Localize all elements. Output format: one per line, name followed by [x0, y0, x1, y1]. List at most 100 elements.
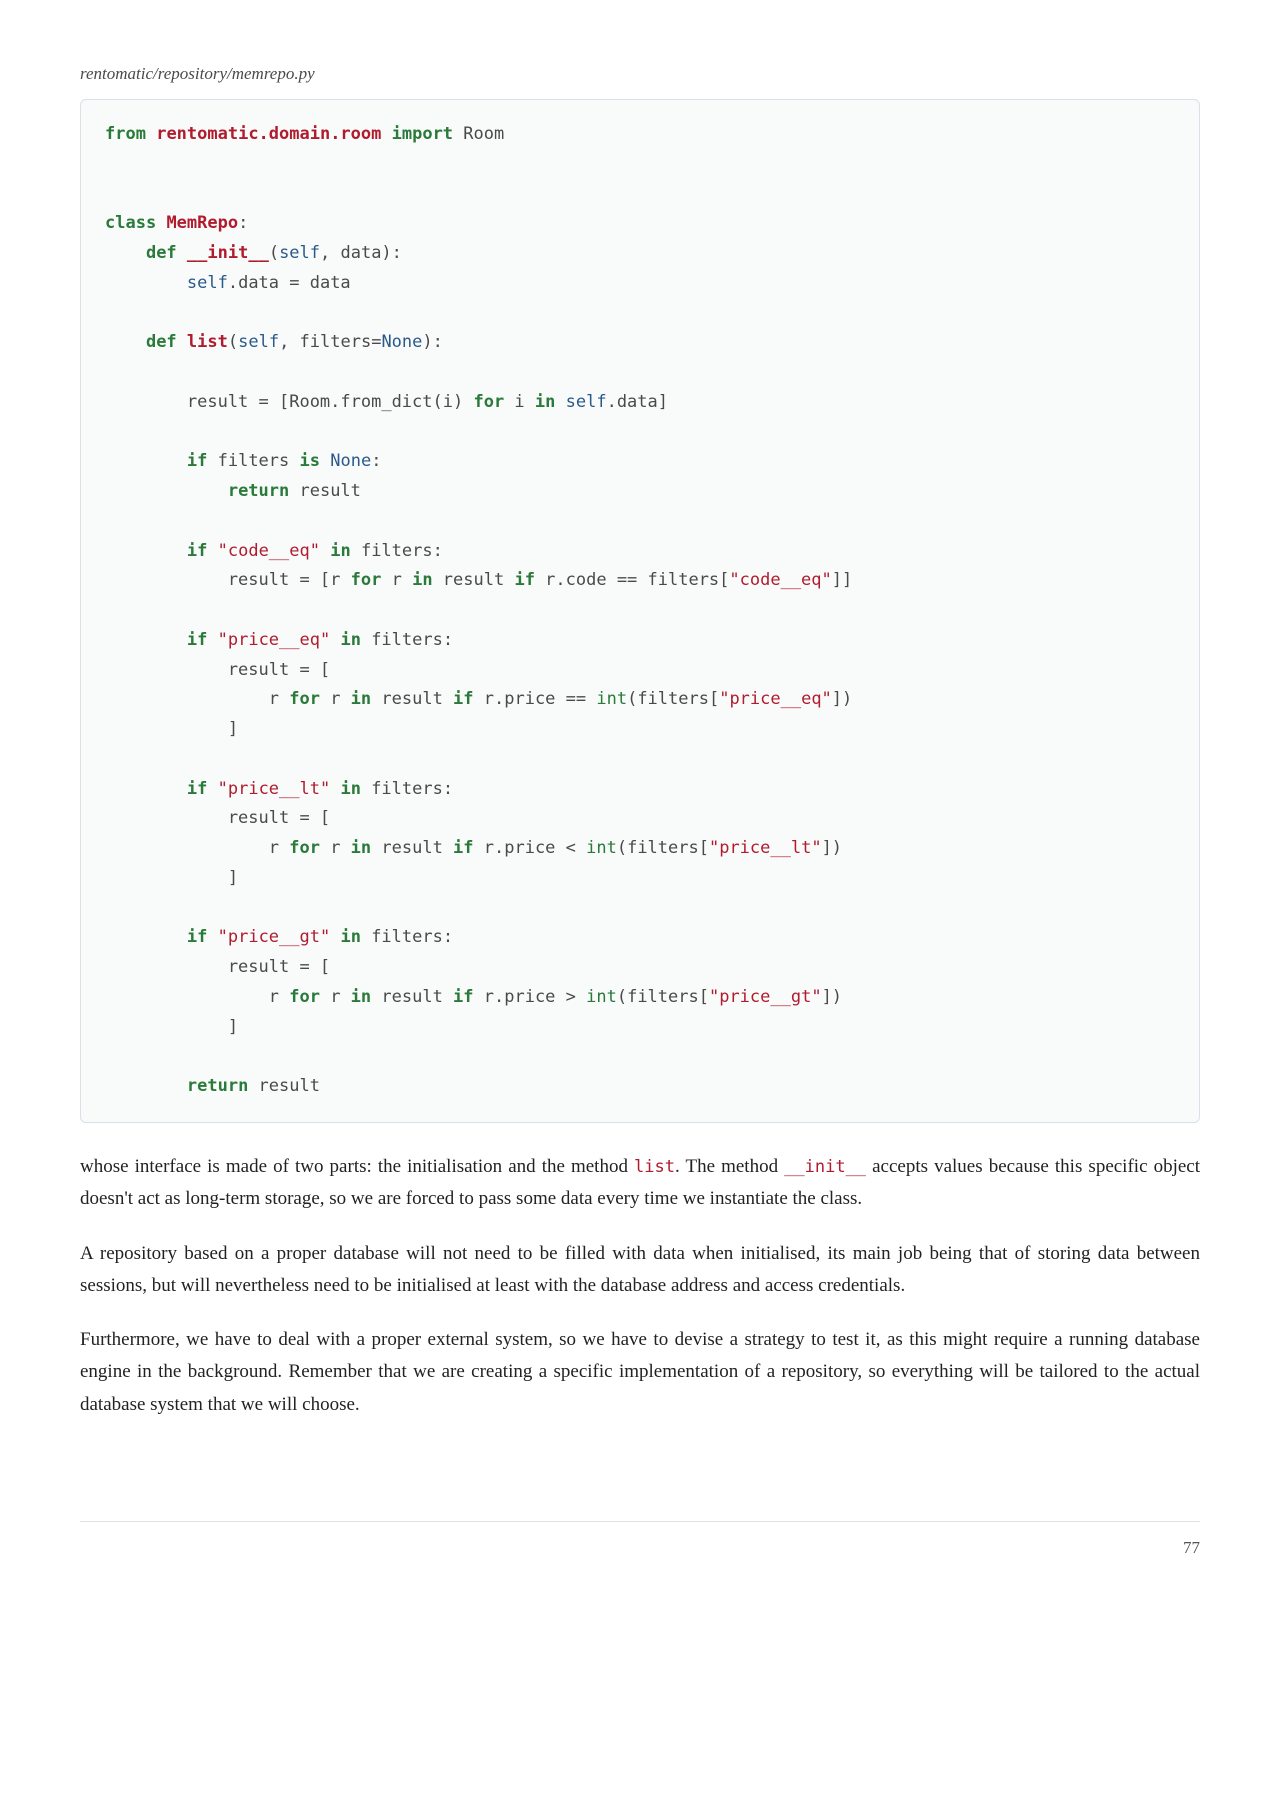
- none: None: [330, 451, 371, 471]
- str: "price__lt": [218, 779, 331, 799]
- kw-in: in: [351, 838, 371, 858]
- close: ]): [822, 838, 842, 858]
- code-block: from rentomatic.domain.room import Room …: [80, 99, 1200, 1123]
- str: "price__gt": [218, 927, 331, 947]
- str: "code__eq": [218, 541, 320, 561]
- close: ]): [822, 987, 842, 1007]
- kw-for: for: [351, 570, 382, 590]
- code-text: i: [504, 392, 535, 412]
- code-text: r: [105, 689, 289, 709]
- code-text: r: [105, 838, 289, 858]
- code-text: filters:: [361, 779, 453, 799]
- sp: [207, 541, 217, 561]
- kw-if: if: [514, 570, 534, 590]
- import-target: Room: [463, 124, 504, 144]
- inline-code-init: __init__: [784, 1157, 866, 1177]
- sp: [207, 927, 217, 947]
- sp: [330, 927, 340, 947]
- kw-in: in: [340, 779, 360, 799]
- self: self: [279, 243, 320, 263]
- builtin-int: int: [596, 689, 627, 709]
- sp: [330, 630, 340, 650]
- code-text: result: [371, 987, 453, 1007]
- self: self: [187, 273, 228, 293]
- kw-for: for: [473, 392, 504, 412]
- str: "price__gt": [709, 987, 822, 1007]
- code-text: r.price ==: [474, 689, 597, 709]
- code-text: r.price <: [474, 838, 587, 858]
- code-text: result = [: [105, 957, 330, 977]
- str: "price__eq": [218, 630, 331, 650]
- kw-in: in: [535, 392, 555, 412]
- code-text: result = [: [105, 660, 330, 680]
- sp: [320, 451, 330, 471]
- sp: [207, 779, 217, 799]
- kw-if: if: [453, 987, 473, 1007]
- params: , filters=: [279, 332, 381, 352]
- str: "price__lt": [709, 838, 822, 858]
- close: ]]: [832, 570, 852, 590]
- close: ]): [832, 689, 852, 709]
- code-text: result = [: [105, 808, 330, 828]
- module-name: rentomatic.domain.room: [156, 124, 381, 144]
- kw-def: def: [146, 243, 177, 263]
- kw-in: in: [351, 689, 371, 709]
- str: "price__eq": [719, 689, 832, 709]
- kw-class: class: [105, 213, 156, 233]
- kw-if: if: [187, 541, 207, 561]
- code-text: r: [381, 570, 412, 590]
- code-text: result = [Room.from_dict(i): [105, 392, 473, 412]
- code-text: filters: [207, 451, 299, 471]
- params: , data):: [320, 243, 402, 263]
- kw-for: for: [289, 689, 320, 709]
- fn-init: __init__: [187, 243, 269, 263]
- page-number: 77: [1183, 1538, 1200, 1557]
- inline-code-list: list: [634, 1157, 675, 1177]
- none: None: [381, 332, 422, 352]
- code-text: r: [105, 987, 289, 1007]
- code-text: filters:: [361, 630, 453, 650]
- kw-is: is: [300, 451, 320, 471]
- kw-if: if: [187, 630, 207, 650]
- code-text: r: [320, 689, 351, 709]
- kw-for: for: [289, 987, 320, 1007]
- code-text: result: [248, 1076, 320, 1096]
- fn-list: list: [187, 332, 228, 352]
- file-path-caption: rentomatic/repository/memrepo.py: [80, 60, 1200, 87]
- sp: [330, 779, 340, 799]
- kw-in: in: [330, 541, 350, 561]
- self: self: [555, 392, 606, 412]
- str: "code__eq": [729, 570, 831, 590]
- code-text: r.code == filters[: [535, 570, 729, 590]
- paragraph-3: Furthermore, we have to deal with a prop…: [80, 1324, 1200, 1421]
- builtin-int: int: [586, 838, 617, 858]
- code-text: ]: [105, 868, 238, 888]
- kw-in: in: [412, 570, 432, 590]
- code-text: r: [320, 838, 351, 858]
- code-text: r: [320, 987, 351, 1007]
- kw-if: if: [187, 451, 207, 471]
- code-text: ]: [105, 719, 238, 739]
- code-text: (filters[: [617, 987, 709, 1007]
- code-text: (filters[: [617, 838, 709, 858]
- code-text: result: [289, 481, 361, 501]
- class-name: MemRepo: [166, 213, 238, 233]
- code-text: result: [371, 838, 453, 858]
- kw-from: from: [105, 124, 146, 144]
- code-text: filters:: [351, 541, 443, 561]
- kw-return: return: [187, 1076, 248, 1096]
- kw-return: return: [228, 481, 289, 501]
- code-text: result: [371, 689, 453, 709]
- page-footer: 77: [80, 1521, 1200, 1561]
- code-text: ]: [105, 1017, 238, 1037]
- kw-in: in: [340, 927, 360, 947]
- kw-if: if: [453, 838, 473, 858]
- kw-for: for: [289, 838, 320, 858]
- sp: [320, 541, 330, 561]
- code-text: filters:: [361, 927, 453, 947]
- code-text: .data]: [607, 392, 668, 412]
- kw-if: if: [187, 927, 207, 947]
- paragraph-2: A repository based on a proper database …: [80, 1238, 1200, 1303]
- kw-def: def: [146, 332, 177, 352]
- kw-if: if: [187, 779, 207, 799]
